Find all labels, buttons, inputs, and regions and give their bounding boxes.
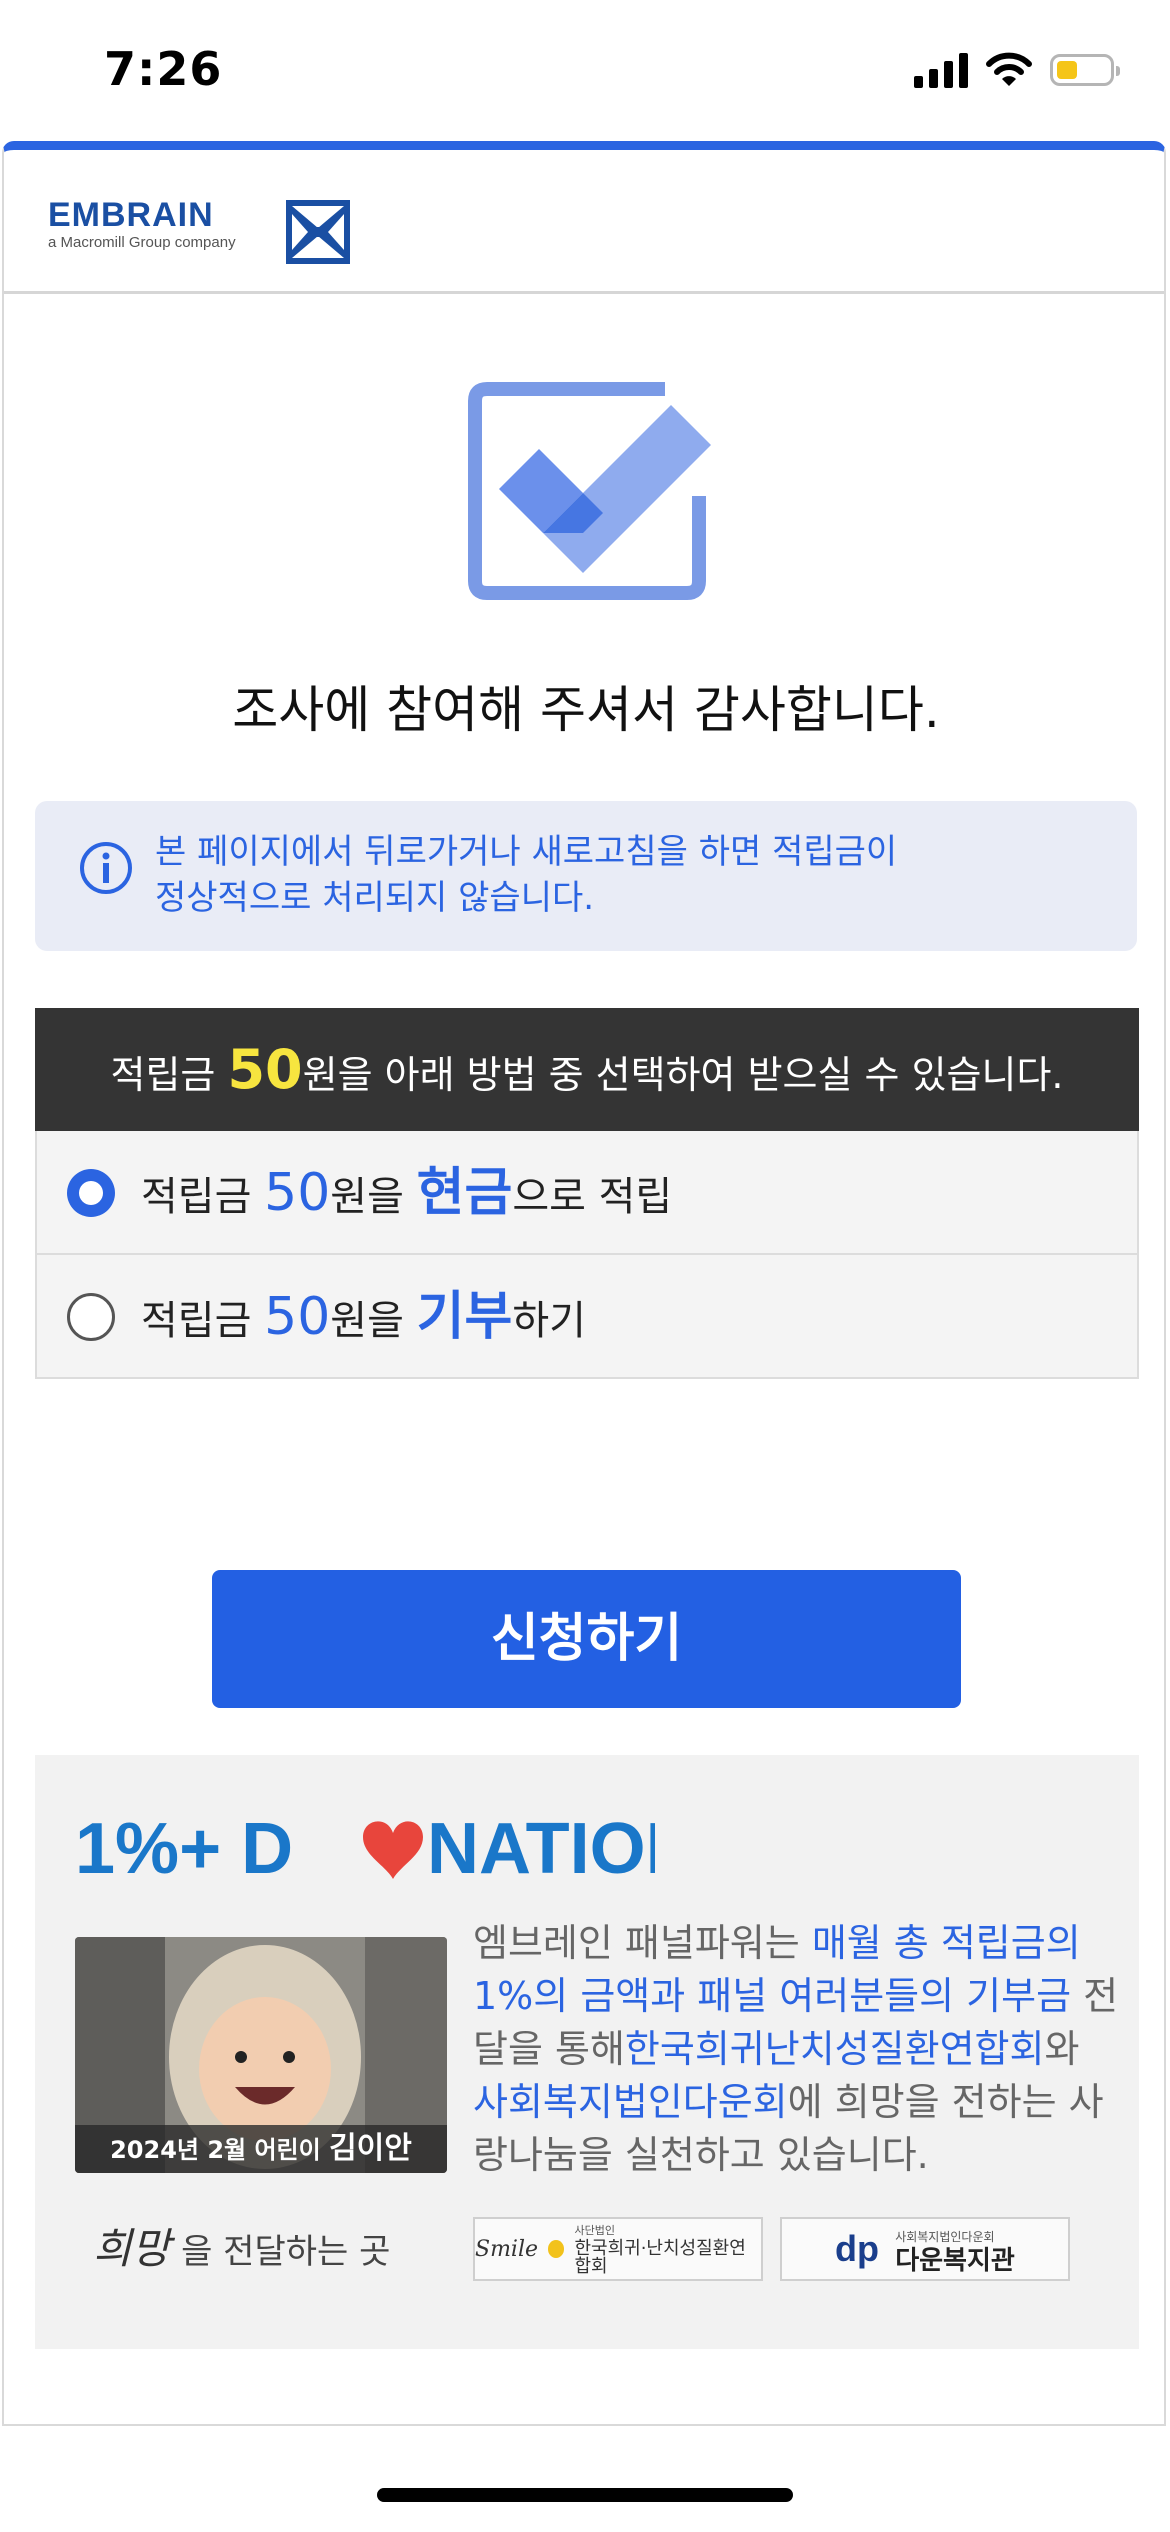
header: EMBRAIN a Macromill Group company (4, 150, 1164, 294)
smile-icon (548, 2240, 565, 2258)
options-header-post: 원을 아래 방법 중 선택하여 받으실 수 있습니다. (302, 1053, 1064, 1097)
notice-line-1: 본 페이지에서 뒤로가거나 새로고침을 하면 적립금이 (155, 832, 898, 872)
embrain-logo: EMBRAIN a Macromill Group company (48, 198, 236, 251)
logo-sub-text: a Macromill Group company (48, 234, 236, 251)
status-time: 7:26 (104, 42, 223, 96)
svg-text:dp: dp (835, 2229, 879, 2269)
child-photo: 2024년 2월 어린이 김이안 (75, 1937, 447, 2173)
embrain-mark-icon (286, 200, 350, 264)
radio-donate[interactable] (67, 1293, 115, 1341)
hope-caption: 희망 을 전달하는 곳 (93, 2224, 391, 2273)
partner-logo-daun[interactable]: dp 사회복지법인다운회 다운복지관 (780, 2217, 1070, 2281)
option-donate-label: 적립금 50원을 기부하기 (141, 1287, 586, 1347)
status-bar: 7:26 (0, 0, 1170, 140)
reward-options: 적립금 50원을 아래 방법 중 선택하여 받으실 수 있습니다. 적립금 50… (35, 1008, 1139, 1379)
donation-banner[interactable]: 1%+ D NATION 2024년 2월 어린이 김이안 엠브레인 패널파워는… (35, 1755, 1139, 2349)
option-donate[interactable]: 적립금 50원을 기부하기 (35, 1255, 1139, 1379)
page-frame: EMBRAIN a Macromill Group company 조사에 참여… (2, 141, 1166, 2426)
info-icon (80, 842, 132, 894)
donation-title: 1%+ D NATION (75, 1809, 655, 1887)
logo-main-text: EMBRAIN (48, 196, 214, 234)
partner2-name: 다운복지관 (895, 2246, 1015, 2276)
thanks-message: 조사에 참여해 주셔서 감사합니다. (232, 681, 940, 739)
donation-description: 엠브레인 패널파워는 매월 총 적립금의 1%의 금액과 패널 여러분들의 기부… (473, 1921, 1119, 2177)
dp-logo-icon: dp (835, 2229, 879, 2269)
option-cash[interactable]: 적립금 50원을 현금으로 적립 (35, 1131, 1139, 1255)
notice-box: 본 페이지에서 뒤로가거나 새로고침을 하면 적립금이 정상적으로 처리되지 않… (35, 801, 1137, 951)
partner1-name: 한국희귀·난치성질환연합회 (574, 2238, 746, 2277)
battery-icon (1050, 54, 1120, 86)
wifi-icon (986, 52, 1032, 86)
radio-cash-selected[interactable] (67, 1169, 115, 1217)
cellular-signal-icon (914, 52, 968, 88)
svg-text:1%+ D: 1%+ D (75, 1809, 293, 1887)
status-icons (914, 52, 1120, 88)
option-cash-label: 적립금 50원을 현금으로 적립 (141, 1163, 673, 1223)
heart-icon (363, 1821, 423, 1879)
partner1-script: Smile (475, 2236, 539, 2262)
notice-line-2: 정상적으로 처리되지 않습니다. (155, 878, 595, 918)
notice-text: 본 페이지에서 뒤로가거나 새로고침을 하면 적립금이 정상적으로 처리되지 않… (155, 829, 897, 921)
home-indicator[interactable] (377, 2488, 793, 2502)
partner-logo-rare-disease[interactable]: Smile 사단법인 한국희귀·난치성질환연합회 (473, 2217, 763, 2281)
photo-caption: 2024년 2월 어린이 김이안 (75, 2125, 447, 2173)
check-complete-icon (468, 382, 711, 600)
options-header: 적립금 50원을 아래 방법 중 선택하여 받으실 수 있습니다. (35, 1008, 1139, 1131)
apply-button[interactable]: 신청하기 (212, 1570, 961, 1708)
svg-text:NATION: NATION (427, 1809, 655, 1887)
options-header-pre: 적립금 (110, 1053, 228, 1097)
options-header-amount: 50 (227, 1038, 303, 1101)
